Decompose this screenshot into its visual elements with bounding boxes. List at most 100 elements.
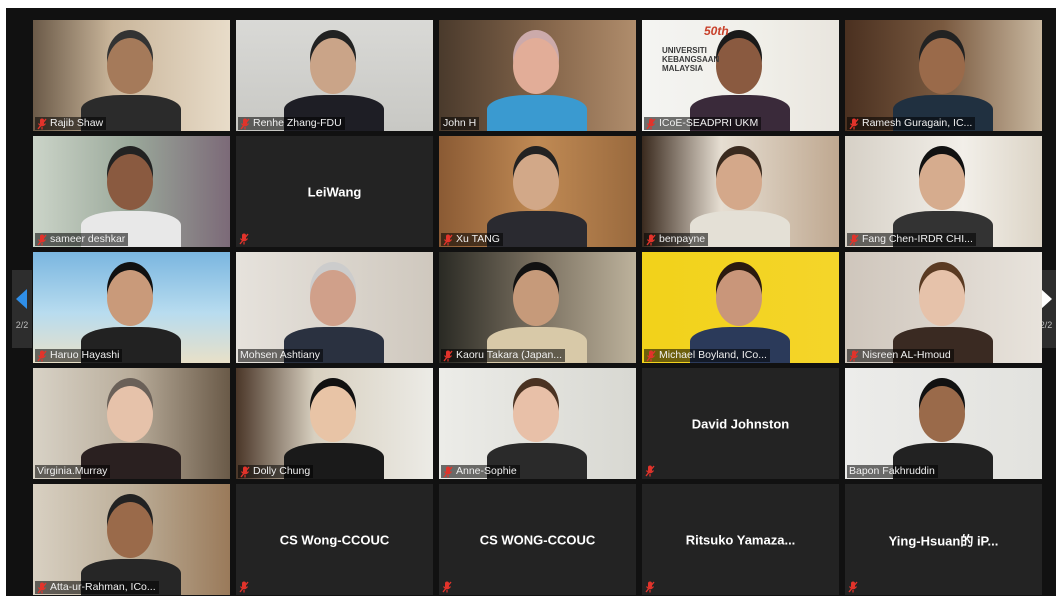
participant-grid: Rajib Shaw Renhe Zhang-FDU John H UNIVERSIT… bbox=[33, 20, 1042, 595]
person-head bbox=[513, 270, 559, 326]
participant-name-label: Haruo Hayashi bbox=[35, 349, 123, 362]
participant-name-label: Rajib Shaw bbox=[35, 117, 107, 130]
participant-video bbox=[439, 136, 636, 247]
person-head bbox=[716, 38, 762, 94]
arrow-left-icon bbox=[16, 289, 27, 309]
muted-mic-icon bbox=[443, 466, 453, 477]
participant-tile[interactable]: David Johnston bbox=[642, 368, 839, 479]
participant-name: Bapon Fakhruddin bbox=[849, 465, 935, 477]
participant-tile[interactable]: Rajib Shaw bbox=[33, 20, 230, 131]
participant-name: Rajib Shaw bbox=[50, 117, 104, 129]
participant-name-label: Anne-Sophie bbox=[441, 465, 520, 478]
participant-name: Fang Chen-IRDR CHI... bbox=[862, 233, 973, 245]
participant-video bbox=[845, 368, 1042, 479]
participant-video bbox=[439, 20, 636, 131]
participant-tile[interactable]: Nisreen AL-Hmoud bbox=[845, 252, 1042, 363]
participant-video bbox=[33, 368, 230, 479]
participant-tile[interactable]: Haruo Hayashi bbox=[33, 252, 230, 363]
participant-name: Nisreen AL-Hmoud bbox=[862, 349, 951, 361]
participant-video bbox=[845, 20, 1042, 131]
participant-video bbox=[33, 20, 230, 131]
muted-mic-icon bbox=[645, 465, 655, 477]
person-head bbox=[513, 386, 559, 442]
participant-video bbox=[439, 252, 636, 363]
person-head bbox=[919, 154, 965, 210]
participant-name: Virginia.Murray bbox=[37, 465, 108, 477]
participant-video bbox=[439, 368, 636, 479]
person-head bbox=[513, 38, 559, 94]
participant-name-label: Nisreen AL-Hmoud bbox=[847, 349, 954, 362]
participant-tile[interactable]: sameer deshkar bbox=[33, 136, 230, 247]
participant-tile[interactable]: Ritsuko Yamaza... bbox=[642, 484, 839, 595]
participant-name: sameer deshkar bbox=[50, 233, 126, 245]
participant-tile[interactable]: Dolly Chung bbox=[236, 368, 433, 479]
participant-tile[interactable]: benpayne bbox=[642, 136, 839, 247]
participant-tile[interactable]: CS WONG-CCOUC bbox=[439, 484, 636, 595]
person-head bbox=[107, 154, 153, 210]
participant-tile[interactable]: Renhe Zhang-FDU bbox=[236, 20, 433, 131]
participant-name: benpayne bbox=[659, 233, 706, 245]
person-head bbox=[919, 386, 965, 442]
participant-name-label: Fang Chen-IRDR CHI... bbox=[847, 233, 976, 246]
participant-name-label: Atta-ur-Rahman, ICo... bbox=[35, 581, 159, 594]
participant-name: ICoE-SEADPRI UKM bbox=[659, 117, 759, 129]
participant-tile[interactable]: Kaoru Takara (Japan... bbox=[439, 252, 636, 363]
participant-name: Atta-ur-Rahman, ICo... bbox=[50, 581, 156, 593]
person-body bbox=[487, 95, 587, 131]
participant-tile[interactable]: Xu TANG bbox=[439, 136, 636, 247]
participant-tile[interactable]: Atta-ur-Rahman, ICo... bbox=[33, 484, 230, 595]
person-head bbox=[716, 270, 762, 326]
anniversary-badge: 50th bbox=[704, 24, 729, 38]
participant-tile[interactable]: CS Wong-CCOUC bbox=[236, 484, 433, 595]
participant-name: John H bbox=[443, 117, 477, 129]
participant-video: UNIVERSITI KEBANGSAAN MALAYSIA 50th bbox=[642, 20, 839, 131]
participant-name: LeiWang bbox=[307, 184, 362, 199]
participant-tile[interactable]: Virginia.Murray bbox=[33, 368, 230, 479]
muted-mic-icon bbox=[848, 581, 858, 593]
participant-tile[interactable]: Mohsen Ashtiany bbox=[236, 252, 433, 363]
participant-video bbox=[642, 252, 839, 363]
participant-name: Kaoru Takara (Japan... bbox=[456, 349, 563, 361]
participant-name: Mohsen Ashtiany bbox=[240, 349, 320, 361]
participant-name-label: Ramesh Guragain, IC... bbox=[847, 117, 976, 130]
participant-name: Renhe Zhang-FDU bbox=[253, 117, 342, 129]
participant-video bbox=[845, 252, 1042, 363]
muted-mic-icon bbox=[442, 581, 452, 593]
participant-video bbox=[845, 136, 1042, 247]
participant-name: Xu TANG bbox=[456, 233, 500, 245]
participant-name-label: benpayne bbox=[644, 233, 709, 246]
participant-video bbox=[236, 20, 433, 131]
background-text-line: KEBANGSAAN bbox=[662, 55, 720, 64]
participant-tile[interactable]: John H bbox=[439, 20, 636, 131]
participant-name: David Johnston bbox=[691, 416, 790, 431]
muted-mic-icon bbox=[646, 234, 656, 245]
participant-name-label: ICoE-SEADPRI UKM bbox=[644, 117, 762, 130]
participant-tile[interactable]: Ramesh Guragain, IC... bbox=[845, 20, 1042, 131]
previous-page-button[interactable]: 2/2 bbox=[12, 270, 32, 348]
participant-name: Anne-Sophie bbox=[456, 465, 517, 477]
muted-mic-icon bbox=[240, 118, 250, 129]
participant-tile[interactable]: UNIVERSITI KEBANGSAAN MALAYSIA 50th ICoE-SEA… bbox=[642, 20, 839, 131]
virtual-background-text: UNIVERSITI KEBANGSAAN MALAYSIA bbox=[662, 46, 719, 73]
participant-tile[interactable]: Michael Boyland, ICo... bbox=[642, 252, 839, 363]
participant-tile[interactable]: Bapon Fakhruddin bbox=[845, 368, 1042, 479]
participant-name: Dolly Chung bbox=[253, 465, 311, 477]
muted-mic-icon bbox=[37, 118, 47, 129]
participant-tile[interactable]: Anne-Sophie bbox=[439, 368, 636, 479]
participant-name-label: Mohsen Ashtiany bbox=[238, 349, 323, 362]
muted-mic-icon bbox=[37, 234, 47, 245]
muted-mic-icon bbox=[646, 118, 656, 129]
person-head bbox=[919, 38, 965, 94]
participant-video bbox=[33, 252, 230, 363]
participant-name: CS WONG-CCOUC bbox=[479, 532, 596, 547]
participant-tile[interactable]: Fang Chen-IRDR CHI... bbox=[845, 136, 1042, 247]
participant-name: Ritsuko Yamaza... bbox=[685, 532, 796, 547]
participant-name-label: Michael Boyland, ICo... bbox=[644, 349, 770, 362]
participant-tile[interactable]: Ying-Hsuan的 iP... bbox=[845, 484, 1042, 595]
participant-name: Ramesh Guragain, IC... bbox=[862, 117, 973, 129]
person-head bbox=[107, 38, 153, 94]
participant-name-label: John H bbox=[441, 117, 480, 130]
participant-video bbox=[33, 136, 230, 247]
participant-tile[interactable]: LeiWang bbox=[236, 136, 433, 247]
background-text-line: UNIVERSITI bbox=[662, 46, 707, 55]
